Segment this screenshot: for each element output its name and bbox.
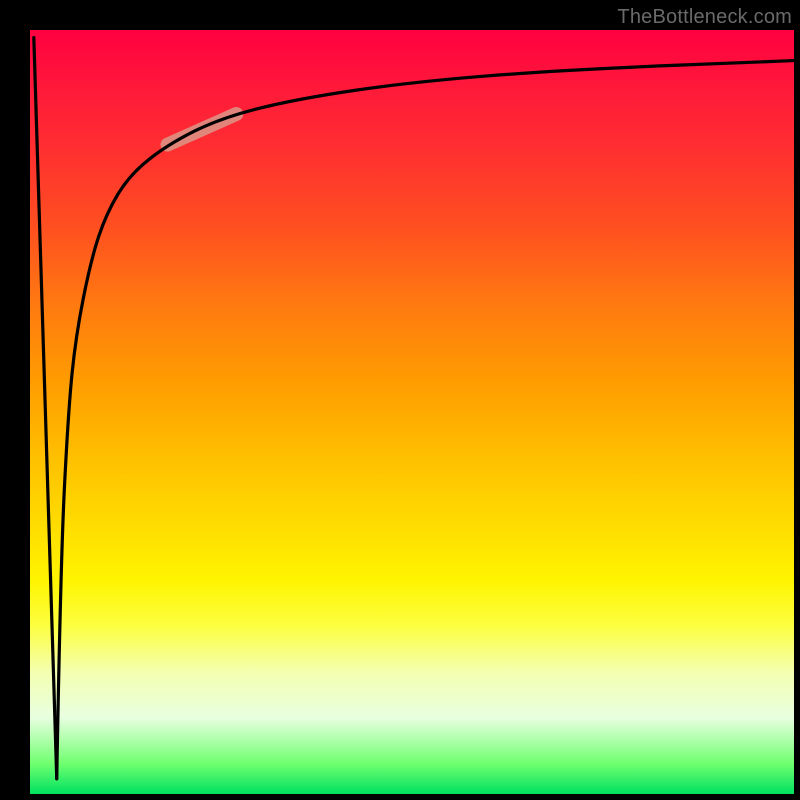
plot-area	[30, 30, 794, 794]
curve-left-segment	[34, 38, 57, 779]
attribution-text: TheBottleneck.com	[617, 6, 792, 29]
curve-svg	[30, 30, 794, 794]
curve-main	[57, 61, 794, 779]
chart-frame: TheBottleneck.com	[0, 0, 800, 800]
